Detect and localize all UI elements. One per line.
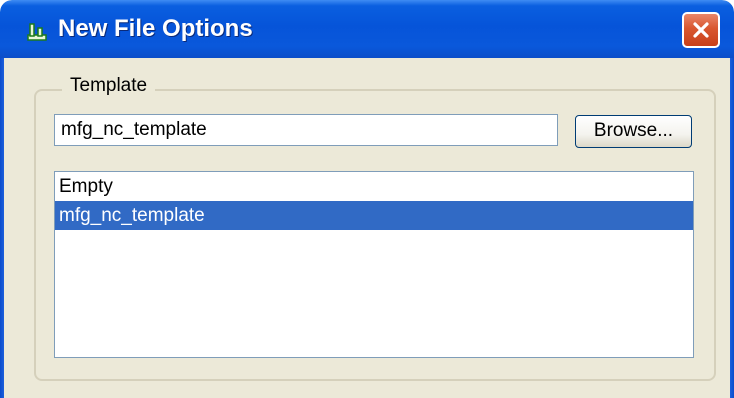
template-name-input[interactable]: [54, 114, 558, 146]
template-list[interactable]: Empty mfg_nc_template: [54, 171, 694, 358]
window-title: New File Options: [58, 15, 253, 42]
browse-button[interactable]: Browse...: [575, 115, 692, 148]
new-file-icon: [27, 23, 47, 41]
title-bar[interactable]: New File Options: [0, 0, 734, 58]
close-icon: [693, 22, 709, 38]
dialog-window: New File Options Template Browse... Empt…: [0, 0, 734, 398]
window-border-right: [730, 58, 734, 398]
template-list-item-mfg-nc-template[interactable]: mfg_nc_template: [55, 201, 693, 230]
template-group-label: Template: [62, 75, 156, 97]
close-button[interactable]: [682, 12, 720, 48]
template-list-item-empty[interactable]: Empty: [55, 172, 693, 201]
window-border-left: [0, 58, 4, 398]
